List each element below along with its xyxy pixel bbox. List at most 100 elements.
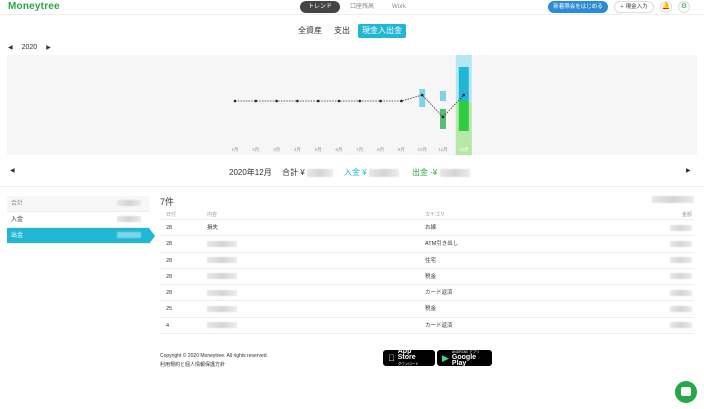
chart-svg: 1月 2月 3月 4月 5月 6月 7月 8月 9月 10月 11月 12月 [231,55,472,155]
data-point-5 [316,99,320,103]
gear-icon[interactable]: ⚙ [678,1,690,13]
x-tick-label: 7月 [356,147,363,153]
row-amount-blur [670,224,692,231]
tab-account-balance[interactable]: 口座残高 [342,1,382,13]
nav-divider [0,14,704,15]
app-store-text: App Store ダウンロード [391,348,430,367]
google-play-label: Google Play [451,354,477,367]
row-amount [634,253,694,268]
x-tick-label: 3月 [273,147,280,153]
summary-sidebar: 合計 入金 出金 [7,196,155,244]
header-description[interactable]: 内容 [207,210,425,219]
row-amount-blur [670,322,692,329]
tab-expenses[interactable]: 支出 [330,24,354,38]
row-date: 28 [166,273,173,280]
table-row[interactable]: 28 カード返済 [160,285,694,302]
row-category[interactable]: 住宅 [425,253,634,268]
row-category[interactable]: 税金 [425,269,634,284]
header-date[interactable]: 日付 [160,210,207,219]
row-category[interactable]: カード返済 [425,318,634,333]
row-amount [634,285,694,300]
next-month-arrow-icon[interactable]: ▶ [686,167,691,174]
row-description [207,253,425,268]
table-row[interactable]: 28 住宅 [160,253,694,269]
app-store-badge[interactable]:  App Storeダウンロード [383,348,435,367]
row-description [207,236,425,251]
row-date: 28 [166,290,173,297]
data-point-4 [296,99,299,103]
total-value-blur [306,168,333,177]
header-amount[interactable]: 金額 [634,210,694,219]
row-description-blur [207,240,237,247]
table-row[interactable]: 25 税金 [160,301,694,318]
app-logo[interactable]: Moneytree [8,1,60,12]
row-description [207,285,425,300]
prev-month-arrow-icon[interactable]: ◀ [10,167,15,174]
income-label: 入金 ¥ [344,168,367,177]
row-description [207,301,425,316]
x-tick-label: 5月 [315,147,322,153]
row-amount [634,318,694,333]
row-category[interactable]: お線 [425,220,634,235]
cash-input-label: 現金入力 [625,4,648,10]
table-row[interactable]: 28 税金 [160,269,694,286]
cash-input-button[interactable]: + 現金入力 [614,1,654,13]
sidebar-item-label: 合計 [11,201,24,207]
app-store-label: App Store [391,348,425,361]
sidebar-item-income[interactable]: 入金 [7,212,149,228]
start-refresh-button[interactable]: 新着照会をはじめる [548,1,608,13]
data-point-9 [400,99,403,103]
tab-cash-flow[interactable]: 現金入出金 [358,24,406,38]
table-row[interactable]: 28 損失 お線 [160,220,694,237]
row-description-blur [207,289,237,296]
month-summary: ◀ 2020年12月 合計 ¥ 入金 ¥ 出金 -¥ ▶ [0,164,704,182]
data-point-8 [379,99,382,103]
table-body: 28 損失 お線 28 ATM引き出し 28 住宅 28 税金 28 カード返済 25 税金 4 カード返済 [160,220,694,335]
sidebar-item-expense[interactable]: 出金 [7,228,155,244]
sidebar-value-blur [117,232,141,238]
sidebar-item-total[interactable]: 合計 [7,196,149,212]
row-date: 28 [166,241,173,248]
chat-support-icon[interactable] [675,381,697,403]
row-description: 損失 [207,220,425,235]
year-navigation: ◀ 2020 ▶ [8,43,51,53]
row-amount [634,301,694,316]
table-row[interactable]: 28 ATM引き出し [160,236,694,253]
row-amount [634,236,694,251]
google-play-badge[interactable]: ▶ ANDROID アプリ Google Play [437,350,492,367]
next-year-arrow-icon[interactable]: ▶ [46,43,51,53]
bar-expense-11 [440,109,446,129]
tab-trend[interactable]: トレンド [300,1,341,13]
row-description [207,269,425,284]
expense-value-blur [439,168,470,177]
row-date: 25 [166,306,173,313]
report-tabs: 全資産 支出 現金入出金 [294,24,406,38]
terms-link[interactable]: 利用規約と個人情報保護方針 [160,361,268,370]
transactions-table: 日付 内容 カテゴリ 金額 28 損失 お線 28 ATM引き出し 28 住宅 28 税金 28 カ… [160,210,694,335]
month-label: 2020年12月 [229,168,272,177]
transaction-total-blur [652,196,694,203]
bar-expense-12 [458,101,469,131]
table-row[interactable]: 4 カード返済 [160,318,694,335]
row-category[interactable]: カード返済 [425,285,634,300]
row-category[interactable]: 税金 [425,301,634,316]
bar-income-11 [440,91,446,101]
prev-year-arrow-icon[interactable]: ◀ [8,43,13,53]
tab-all-assets[interactable]: 全資産 [294,24,326,38]
app-store-small-label: ダウンロード [391,359,419,366]
total-label: 合計 ¥ [282,168,305,177]
income-value-blur [368,168,399,177]
tab-work[interactable]: Work [384,1,414,13]
row-description-blur [207,257,237,264]
income-amount: 入金 ¥ [344,168,399,178]
row-category[interactable]: ATM引き出し [425,236,634,251]
month-divider [0,186,704,187]
row-amount-blur [670,257,692,264]
header-category[interactable]: カテゴリ [425,210,634,219]
copyright-text: Copyright © 2020 Moneytree. All rights r… [160,353,268,359]
row-description-blur [207,273,237,280]
row-description-blur [207,306,237,313]
data-point-12 [462,93,466,97]
notification-bell-icon[interactable]: 🔔 [660,1,672,13]
total-amount: 合計 ¥ [282,168,333,178]
